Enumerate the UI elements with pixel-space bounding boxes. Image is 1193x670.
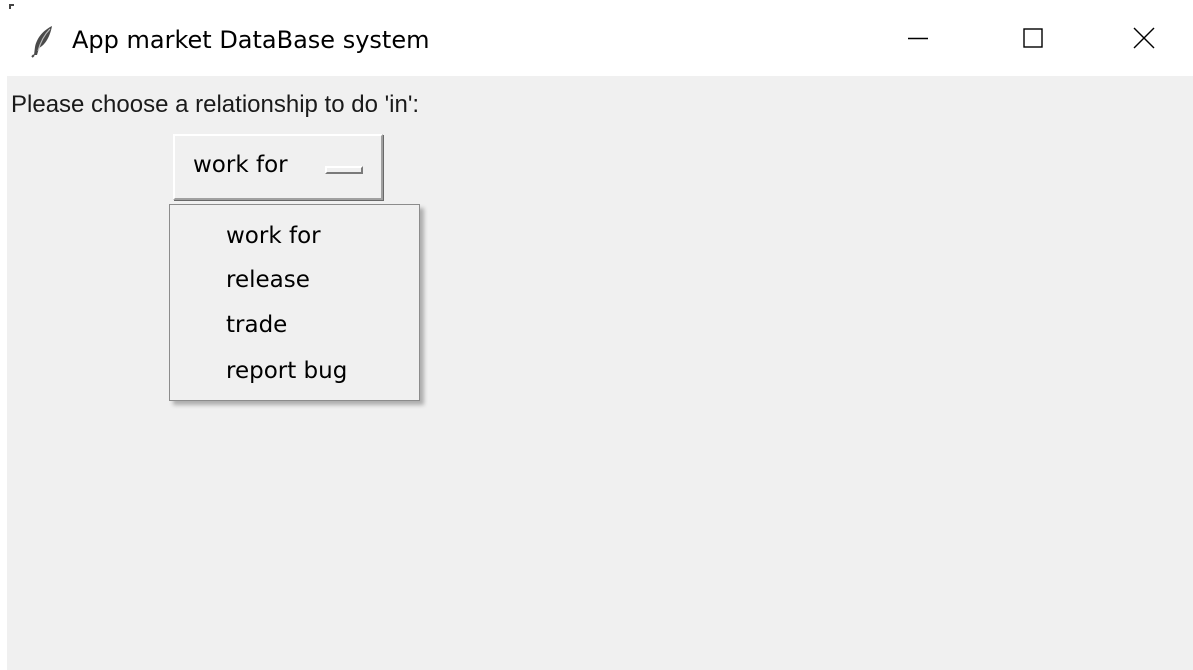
close-icon — [1133, 27, 1155, 49]
menu-item-release[interactable]: release — [170, 258, 419, 302]
app-window: App market DataBase system Please choose… — [0, 0, 1193, 670]
option-menu-indicator-icon — [325, 166, 363, 174]
minimize-button[interactable] — [872, 0, 964, 76]
close-button[interactable] — [1098, 0, 1190, 76]
title-bar[interactable]: App market DataBase system — [0, 0, 1193, 76]
relationship-dropdown-menu: work for release trade report bug — [169, 204, 420, 401]
maximize-icon — [1023, 28, 1043, 48]
corner-mark — [9, 4, 14, 9]
relationship-prompt-label: Please choose a relationship to do 'in': — [11, 91, 420, 118]
relationship-option-menu[interactable]: work for — [173, 134, 383, 200]
minimize-icon — [908, 37, 928, 40]
feather-icon — [30, 24, 56, 58]
menu-item-work-for[interactable]: work for — [170, 214, 419, 258]
window-title: App market DataBase system — [72, 26, 430, 54]
menu-item-report-bug[interactable]: report bug — [170, 349, 419, 393]
maximize-button[interactable] — [987, 0, 1079, 76]
window-content: Please choose a relationship to do 'in':… — [7, 76, 1193, 670]
selected-option-label: work for — [193, 152, 288, 178]
menu-item-trade[interactable]: trade — [170, 303, 419, 347]
